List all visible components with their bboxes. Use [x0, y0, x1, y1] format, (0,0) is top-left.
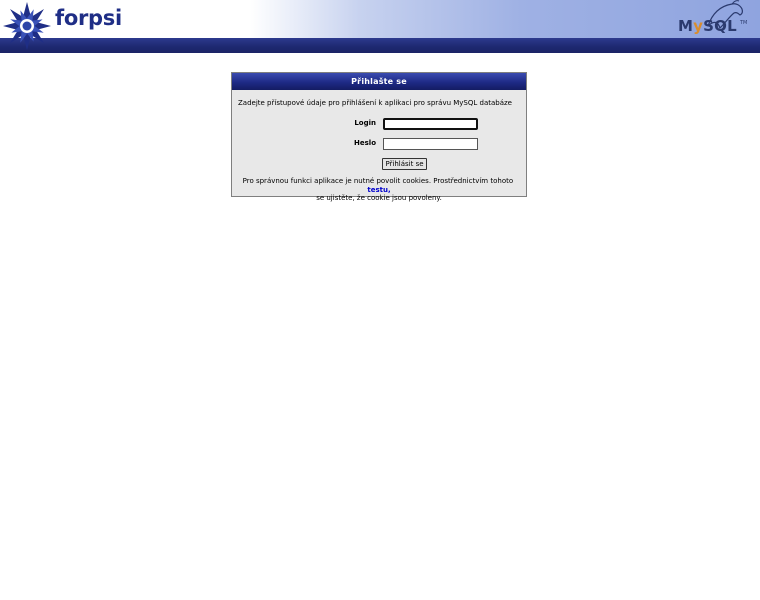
brand-name: forpsi	[55, 6, 122, 30]
page-header: forpsi MySQL TM	[0, 0, 760, 53]
login-panel: Přihlašte se Zadejte přístupové údaje pr…	[231, 72, 527, 202]
forpsi-star-logo-icon	[3, 2, 51, 50]
password-input[interactable]	[383, 138, 478, 150]
cookie-note-text: Pro správnou funkci aplikace je nutné po…	[242, 177, 514, 185]
password-label: Heslo	[354, 139, 376, 147]
cookie-test-link[interactable]: testu	[367, 186, 388, 194]
cookie-note-comma: ,	[387, 185, 391, 194]
login-submit-button[interactable]: Přihlásit se	[382, 158, 427, 170]
password-row: Heslo	[232, 138, 526, 150]
cookie-note: Pro správnou funkci aplikace je nutné po…	[232, 177, 526, 203]
login-panel-title: Přihlašte se	[232, 73, 526, 90]
mysql-logo: MySQL TM	[674, 0, 748, 38]
login-row: Login	[232, 118, 526, 130]
mysql-wordmark: MySQL	[678, 17, 737, 35]
cookie-note-text-2: se ujistěte, že cookie jsou povoleny.	[316, 194, 442, 202]
login-input[interactable]	[383, 118, 478, 130]
login-instructions: Zadejte přístupové údaje pro přihlášení …	[238, 99, 512, 107]
login-label: Login	[354, 119, 376, 127]
trademark-mark: TM	[740, 20, 748, 26]
header-bar	[0, 38, 760, 53]
